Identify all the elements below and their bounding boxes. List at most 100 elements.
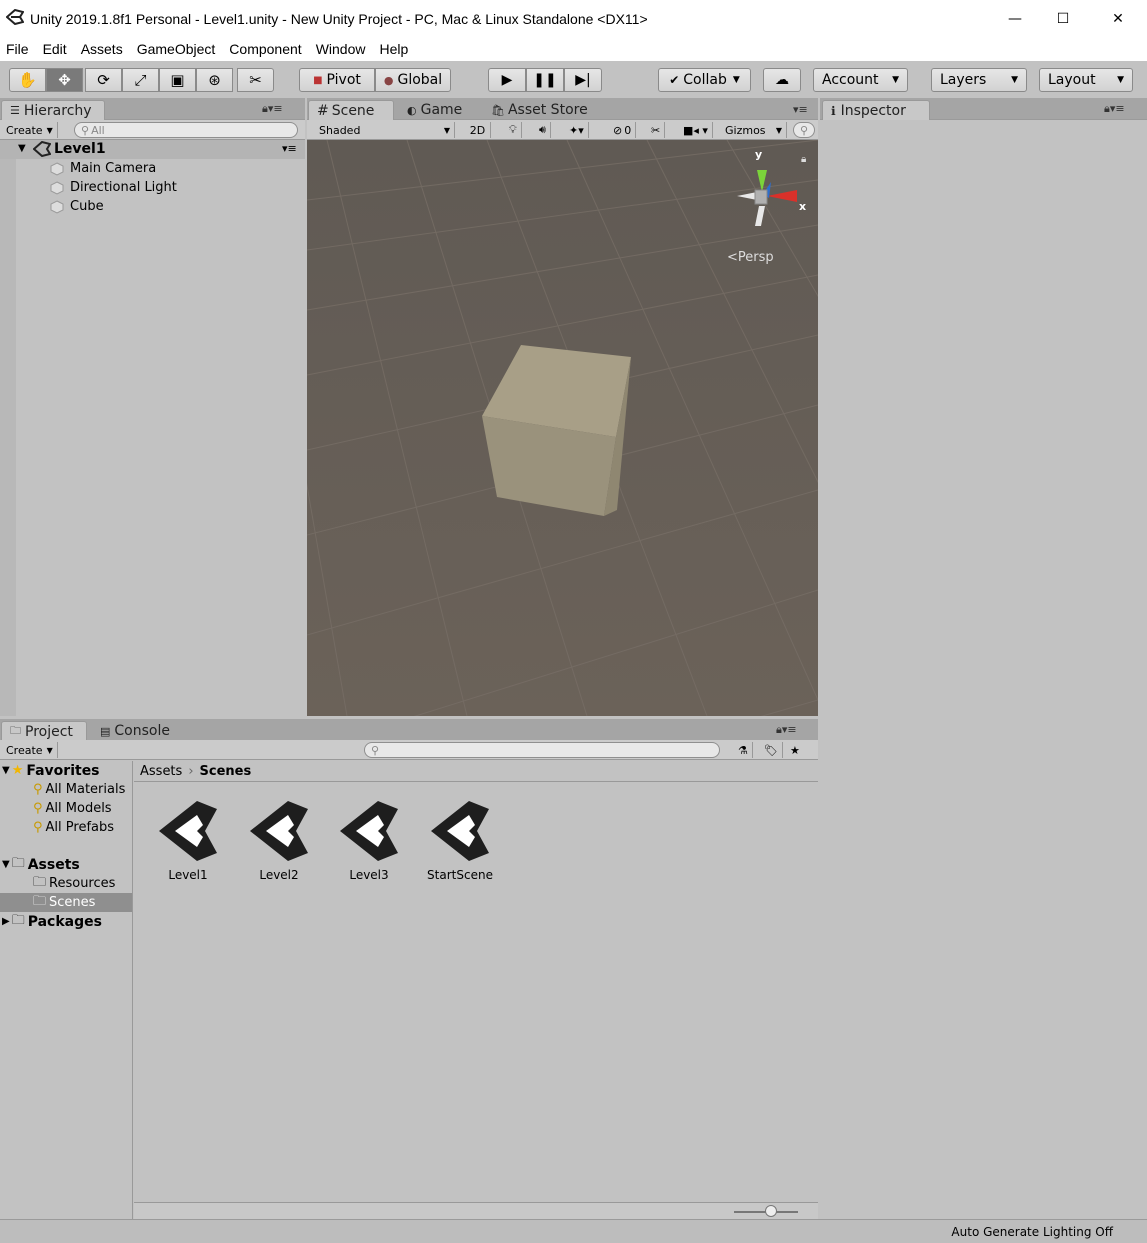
gizmo-lock-icon[interactable]: 🔒︎ [801,154,806,165]
breadcrumb-current[interactable]: Scenes [200,764,252,779]
assets-label: Assets [27,856,80,873]
orientation-gizmo[interactable]: y x 🔒︎ [719,148,814,238]
status-text[interactable]: Auto Generate Lighting Off [951,1225,1113,1239]
layout-dropdown[interactable]: Layout ▼ [1039,68,1133,92]
hierarchy-item-directional-light[interactable]: Directional Light [50,178,177,197]
scene-asset-level2[interactable]: Level2 [239,795,319,882]
favorites-row[interactable]: ▼ ★ Favorites [2,761,100,780]
cloud-button[interactable]: ☁ [763,68,801,92]
create-label: Create [6,123,43,137]
list-icon: ☰ [10,104,20,117]
persp-toggle[interactable]: <Persp [727,250,774,265]
hierarchy-search-input[interactable]: ⚲ All [74,122,298,138]
toggle-2d-button[interactable]: 2D [465,122,491,138]
project-create-button[interactable]: Create ▼ [2,742,58,758]
assets-folder-row[interactable]: ▼ 🗀 Assets [2,855,80,874]
scene-viewport[interactable]: y x 🔒︎ <Persp [307,140,818,716]
global-button[interactable]: ● Global [375,68,451,92]
axis-y-label: y [755,148,763,161]
transform-tool-icon[interactable]: ⊛ [196,68,233,92]
filter-label-icon[interactable]: 🏷︎ [760,742,783,758]
lock-icon[interactable]: 🔒︎▾≡ [776,723,797,737]
tab-project[interactable]: 🗀 Project [1,721,87,741]
zoom-slider-handle[interactable] [765,1205,777,1217]
play-button[interactable]: ▶ [488,68,526,92]
scene-asset-level3[interactable]: Level3 [329,795,409,882]
hierarchy-create-button[interactable]: Create ▼ [2,122,58,138]
tab-inspector[interactable]: ℹ Inspector [822,100,930,120]
folder-icon: 🗀 [11,912,25,928]
collapsed-arrow-icon[interactable]: ▶ [2,916,10,927]
filter-type-icon[interactable]: ⚗ [734,742,753,758]
account-label: Account [822,72,879,88]
lock-icon[interactable]: 🔒︎▾≡ [262,102,283,116]
pause-button[interactable]: ❚❚ [526,68,564,92]
scene-tools-icon[interactable]: ✂ [647,122,666,138]
breadcrumb-root[interactable]: Assets [140,764,182,779]
account-dropdown[interactable]: Account ▼ [813,68,908,92]
layers-label: Layers [940,72,987,88]
menu-file[interactable]: File [0,41,37,57]
scene-asset-level1[interactable]: Level1 [148,795,228,882]
favorite-star-icon[interactable]: ★ [786,742,804,758]
hierarchy-item-main-camera[interactable]: Main Camera [50,159,156,178]
lighting-toggle-icon[interactable]: 💡︎ [505,122,522,138]
tab-scene[interactable]: # Scene [308,100,394,120]
tab-hierarchy[interactable]: ☰ Hierarchy [1,100,105,120]
close-button[interactable]: ✕ [1095,0,1141,37]
hierarchy-gutter [0,159,16,716]
scene-menu-icon[interactable]: ▾≡ [282,142,297,155]
maximize-button[interactable]: ☐ [1040,0,1086,37]
layers-dropdown[interactable]: Layers ▼ [931,68,1027,92]
folder-resources[interactable]: 🗀 Resources [33,874,115,893]
rect-tool-icon[interactable]: ▣ [159,68,196,92]
camera-dropdown-icon[interactable]: ■◂ ▾ [679,122,713,138]
collab-button[interactable]: ✔ Collab ▼ [658,68,751,92]
project-panel: 🗀 Project ▤ Console 🔒︎▾≡ Create ▼ ⚲ ⚗ 🏷︎… [0,719,818,1219]
favorite-item-models[interactable]: ⚲ All Models [33,799,112,818]
dropdown-arrow-icon: ▼ [1011,75,1018,85]
scene-asset-startscene[interactable]: StartScene [420,795,500,882]
menu-help[interactable]: Help [373,41,416,57]
hierarchy-item-cube[interactable]: Cube [50,197,104,216]
panel-menu-icon[interactable]: ▾≡ [793,103,808,116]
status-bar: Auto Generate Lighting Off [0,1219,1147,1243]
lock-icon[interactable]: 🔒︎▾≡ [1104,102,1125,116]
gizmos-dropdown[interactable]: Gizmos ▼ [721,122,787,138]
tab-console[interactable]: ▤ Console [92,721,178,741]
favorite-item-prefabs[interactable]: ⚲ All Prefabs [33,818,114,837]
shading-dropdown[interactable]: Shaded ▼ [315,122,455,138]
tab-game[interactable]: ◐ Game [399,100,470,120]
scene-search-input[interactable]: ⚲ [793,122,815,138]
menu-gameobject[interactable]: GameObject [131,41,224,57]
folder-scenes[interactable]: 🗀 Scenes [0,893,132,912]
expand-arrow-icon[interactable]: ▼ [18,143,26,154]
scale-tool-icon[interactable]: ⤢ [122,68,159,92]
hierarchy-item-label: Directional Light [70,180,177,195]
menu-window[interactable]: Window [310,41,374,57]
hidden-count: 0 [624,123,632,137]
menu-edit[interactable]: Edit [37,41,75,57]
asset-browser: Assets › Scenes Level1 Level2 Level3 Sta… [134,761,818,1219]
move-tool-icon[interactable]: ✥ [46,68,83,92]
minimize-button[interactable]: — [992,0,1038,37]
expand-arrow-icon[interactable]: ▼ [2,859,10,870]
layout-label: Layout [1048,72,1096,88]
expand-arrow-icon[interactable]: ▼ [2,765,10,776]
packages-folder-row[interactable]: ▶ 🗀 Packages [2,912,102,931]
rotate-tool-icon[interactable]: ⟳ [85,68,122,92]
step-button[interactable]: ▶| [564,68,602,92]
dropdown-arrow-icon: ▼ [46,125,53,135]
hand-tool-icon[interactable]: ✋ [9,68,46,92]
scene-header-row[interactable]: ▼ Level1 ▾≡ [0,140,305,159]
pivot-button[interactable]: ■ Pivot [299,68,375,92]
menu-component[interactable]: Component [223,41,309,57]
effects-dropdown-icon[interactable]: ✦▾ [565,122,589,138]
project-search-input[interactable]: ⚲ [364,742,720,758]
audio-toggle-icon[interactable]: 🔊︎ [535,122,551,138]
hidden-objects-icon[interactable]: ⊘ 0 [609,122,637,138]
custom-tool-icon[interactable]: ✂ [237,68,274,92]
menu-assets[interactable]: Assets [75,41,131,57]
favorite-item-materials[interactable]: ⚲ All Materials [33,780,125,799]
tab-asset-store[interactable]: 🛍︎ Asset Store [483,100,596,120]
